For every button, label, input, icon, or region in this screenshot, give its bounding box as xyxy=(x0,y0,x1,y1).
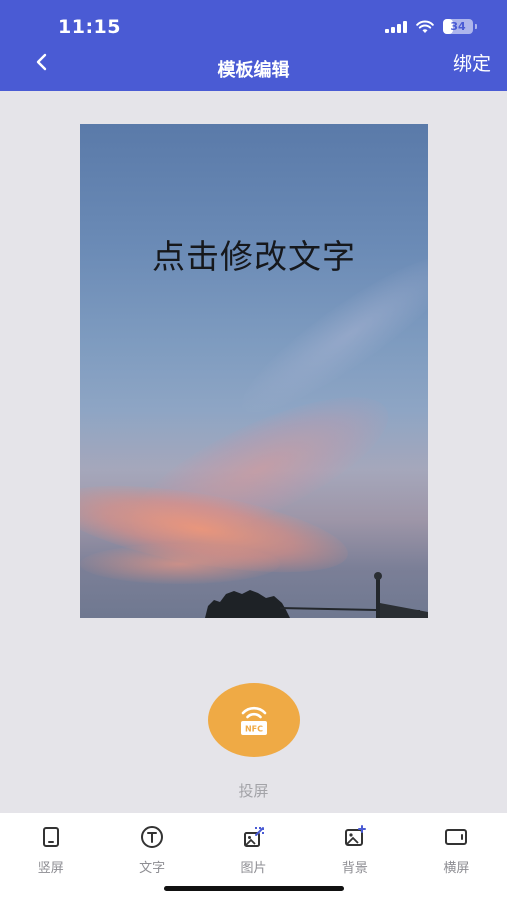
nfc-badge-text: NFC xyxy=(245,725,263,734)
tab-label: 文字 xyxy=(139,861,166,876)
nfc-icon: NFC xyxy=(241,706,267,735)
app-header: 11:15 34 模板编辑 绑定 xyxy=(0,0,507,91)
bottom-toolbar: 竖屏 文字 图片 背景 横屏 xyxy=(0,813,507,900)
tab-label: 图片 xyxy=(240,861,267,876)
signal-icon xyxy=(385,20,407,33)
text-icon xyxy=(141,826,164,848)
tab-label: 横屏 xyxy=(443,861,470,876)
status-icons: 34 xyxy=(385,19,477,34)
nfc-cast-button[interactable]: NFC xyxy=(208,683,300,757)
landscape-icon xyxy=(445,829,468,845)
page-title: 模板编辑 xyxy=(217,60,290,81)
battery-level: 34 xyxy=(450,20,466,33)
status-time: 11:15 xyxy=(58,16,121,38)
battery-icon: 34 xyxy=(443,19,477,34)
wifi-icon xyxy=(416,20,434,33)
tab-label: 背景 xyxy=(341,861,368,876)
treeline-silhouette xyxy=(205,572,428,618)
tab-label: 竖屏 xyxy=(37,861,64,876)
tab-landscape[interactable]: 横屏 xyxy=(406,813,507,900)
tab-portrait[interactable]: 竖屏 xyxy=(0,813,101,900)
editable-text[interactable]: 点击修改文字 xyxy=(80,230,428,278)
bind-button[interactable]: 绑定 xyxy=(453,49,491,76)
cast-label: 投屏 xyxy=(238,782,269,800)
home-indicator xyxy=(164,886,344,891)
template-canvas[interactable]: 点击修改文字 xyxy=(80,124,428,618)
background-icon xyxy=(344,825,366,846)
portrait-icon xyxy=(42,827,59,847)
image-edit-icon xyxy=(243,827,264,847)
